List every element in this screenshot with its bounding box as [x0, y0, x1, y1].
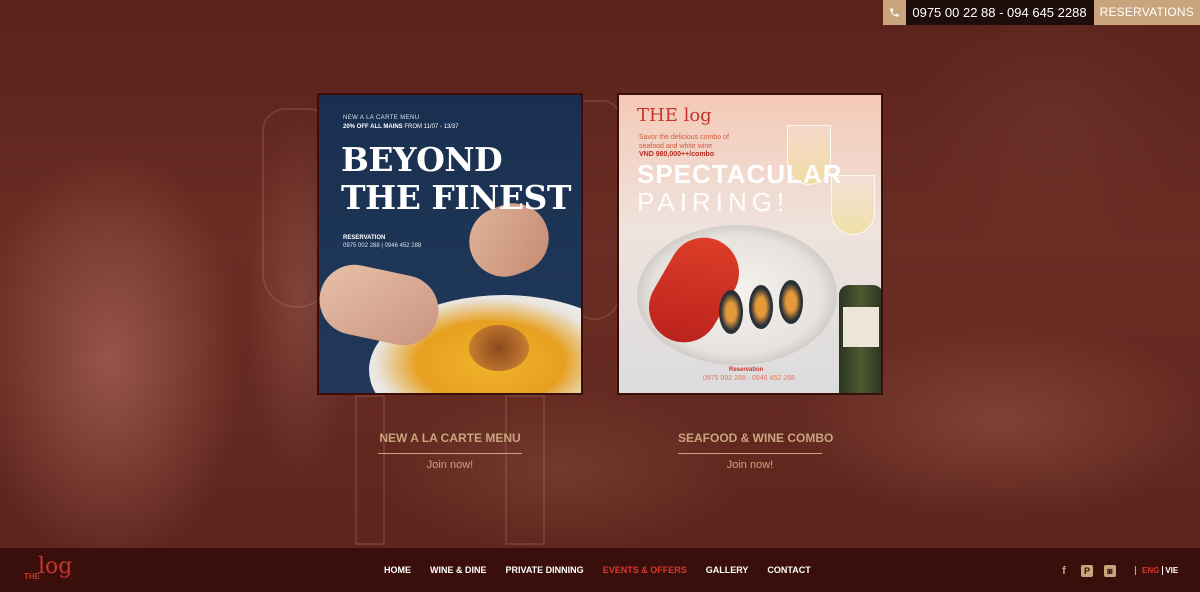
card-caption: SEAFOOD & WINE COMBO Join now!	[678, 430, 833, 471]
reservation-phones: 0975 002 288 | 0946 452 288	[343, 243, 422, 249]
card-caption: NEW A LA CARTE MENU Join now!	[378, 430, 522, 471]
card-logo: THE log	[637, 105, 712, 126]
lang-eng[interactable]: ENG	[1142, 566, 1159, 575]
join-now-link[interactable]: Join now!	[378, 459, 522, 471]
main-nav: HOME WINE & DINE PRIVATE DINNING EVENTS …	[384, 565, 830, 575]
caption-title[interactable]: NEW A LA CARTE MENU	[378, 430, 522, 454]
social-links: f P ◙	[1058, 565, 1116, 577]
background-image	[0, 0, 1200, 548]
nav-wine-dine[interactable]: WINE & DINE	[430, 565, 487, 575]
card-headline: BEYOND THE FINEST	[341, 140, 571, 217]
mussel-image	[749, 285, 773, 329]
nav-events-offers[interactable]: EVENTS & OFFERS	[603, 565, 687, 575]
reservations-button[interactable]: RESERVATIONS	[1093, 0, 1200, 25]
footer-bar: THE log HOME WINE & DINE PRIVATE DINNING…	[0, 548, 1200, 592]
phone-numbers[interactable]: 0975 00 22 88 - 094 645 2288	[906, 0, 1094, 25]
top-contact-bar: 0975 00 22 88 - 094 645 2288 RESERVATION…	[883, 0, 1200, 25]
card-tagline: Savor the delicious combo of seafood and…	[639, 134, 729, 150]
menu-label: NEW A LA CARTE MENU	[343, 115, 420, 121]
food-image	[469, 325, 529, 371]
join-now-link[interactable]: Join now!	[678, 459, 822, 471]
nav-private-dinning[interactable]: PRIVATE DINNING	[506, 565, 584, 575]
mussel-image	[719, 290, 743, 334]
card-headline-2: PAIRING!	[637, 187, 790, 217]
reservation-label: Reservation	[729, 367, 764, 373]
reservation-label: RESERVATION	[343, 235, 386, 241]
lang-vie[interactable]: VIE	[1162, 566, 1179, 575]
logo-log: log	[38, 554, 73, 579]
discount-text: 20% OFF ALL MAINS FROM 11/07 - 13/37	[343, 124, 459, 130]
nav-gallery[interactable]: GALLERY	[706, 565, 749, 575]
nav-home[interactable]: HOME	[384, 565, 411, 575]
promo-card-a-la-carte[interactable]: NEW A LA CARTE MENU 20% OFF ALL MAINS FR…	[317, 93, 583, 395]
phone-icon[interactable]	[883, 0, 907, 25]
card-price: VND 980,000++/combo	[639, 151, 715, 158]
discount-dates: FROM 11/07 - 13/37	[404, 124, 459, 130]
wine-bottle-label	[843, 307, 879, 347]
facebook-icon[interactable]: f	[1058, 565, 1070, 577]
nav-contact[interactable]: CONTACT	[767, 565, 810, 575]
card-headline: SPECTACULAR	[637, 159, 843, 189]
promo-card-seafood-wine[interactable]: THE log Savor the delicious combo of sea…	[617, 93, 883, 395]
reservation-phones: 0975 002 288 - 0946 452 288	[703, 375, 795, 382]
instagram-icon[interactable]: ◙	[1104, 565, 1116, 577]
mussel-image	[779, 280, 803, 324]
language-switcher: ENG VIE	[1135, 566, 1179, 575]
caption-title[interactable]: SEAFOOD & WINE COMBO	[678, 430, 833, 454]
pinterest-icon[interactable]: P	[1081, 565, 1093, 577]
